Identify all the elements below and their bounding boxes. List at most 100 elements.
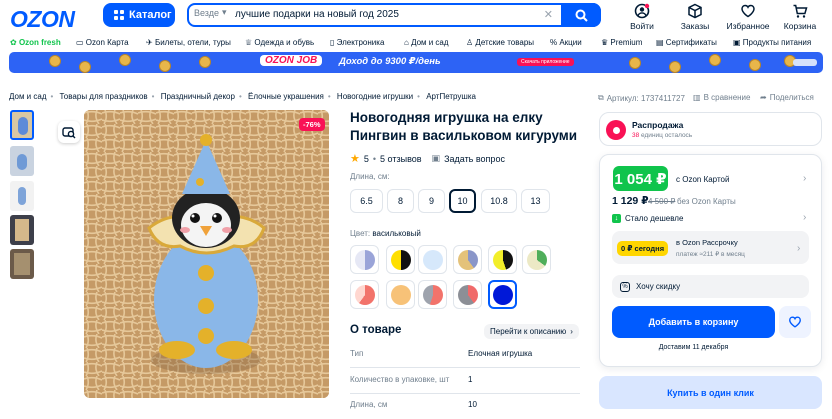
sale-icon <box>606 120 626 140</box>
gallery-thumb[interactable] <box>10 249 34 279</box>
color-swatch[interactable] <box>453 245 482 274</box>
breadcrumb-item[interactable]: Ёлочные украшения <box>248 92 324 101</box>
go-to-description-button[interactable]: Перейти к описанию › <box>484 324 579 339</box>
chevron-right-icon: › <box>797 243 801 254</box>
nav-item-tickets[interactable]: ✈ Билеты, отели, туры <box>146 38 231 47</box>
color-swatch[interactable] <box>350 245 379 274</box>
length-label: Длина, см: <box>350 172 390 181</box>
copy-icon: ⧉ <box>598 93 604 102</box>
size-option-selected[interactable]: 10 <box>449 189 476 213</box>
color-swatch-selected[interactable] <box>488 280 517 309</box>
nav-item-premium[interactable]: ♛ Premium <box>601 38 642 47</box>
nav-item-electronics[interactable]: ▯ Электроника <box>330 38 384 47</box>
price-drop-row[interactable]: ↓ Стало дешевле <box>612 214 683 223</box>
discount-icon: % <box>620 281 630 292</box>
similar-search-button[interactable] <box>58 121 80 143</box>
article-number[interactable]: ⧉ Артикул: 1737411727 <box>598 93 685 103</box>
discount-badge: -76% <box>299 118 325 131</box>
buy-one-click-button[interactable]: Купить в один клик <box>599 376 822 409</box>
spec-row: Тип Елочная игрушка <box>350 349 580 368</box>
promo-banner[interactable]: OZON JOB Доход до 9300 ₽/день Скачать пр… <box>9 52 823 73</box>
color-swatch[interactable] <box>418 245 447 274</box>
nav-item-home-garden[interactable]: ⌂ Дом и сад <box>404 38 449 47</box>
rating-value: 5 <box>363 153 369 164</box>
product-photo[interactable] <box>84 110 329 398</box>
breadcrumb-item[interactable]: Товары для праздников <box>60 92 148 101</box>
ask-question-link[interactable]: Задать вопрос <box>444 154 505 164</box>
color-swatch[interactable] <box>488 245 517 274</box>
compare-button[interactable]: ▥ В сравнение <box>693 93 750 102</box>
nav-item-ozon-fresh[interactable]: ✿ Ozon fresh <box>10 38 61 47</box>
breadcrumb-item[interactable]: АртПетрушка <box>426 92 476 101</box>
star-icon: ★ <box>350 153 360 165</box>
favorites-button[interactable]: Избранное <box>720 3 776 31</box>
clear-search-icon[interactable]: ✕ <box>544 8 553 21</box>
nav-item-ozon-card[interactable]: ▭ Ozon Карта <box>76 38 129 47</box>
breadcrumb-item[interactable]: Новогодние игрушки <box>337 92 413 101</box>
spec-row: Количество в упаковке, шт 1 <box>350 375 580 394</box>
sale-title: Распродажа <box>632 120 684 130</box>
share-button[interactable]: ➦ Поделиться <box>760 93 814 102</box>
login-button[interactable]: Войти <box>614 3 670 31</box>
chevron-right-icon[interactable]: › <box>803 173 806 184</box>
catalog-label: Каталог <box>129 9 172 21</box>
size-option[interactable]: 6.5 <box>350 189 383 213</box>
installment-title: в Ozon Рассрочку <box>676 238 738 247</box>
heart-icon <box>789 316 801 328</box>
size-option[interactable]: 9 <box>418 189 445 213</box>
color-swatch[interactable] <box>386 280 415 309</box>
size-option[interactable]: 8 <box>387 189 414 213</box>
breadcrumb-item[interactable]: Праздничный декор <box>161 92 235 101</box>
cart-button[interactable]: Корзина <box>772 3 828 31</box>
banner-cta[interactable]: Скачать приложение <box>517 58 574 66</box>
nav-item-certificates[interactable]: ▤ Сертификаты <box>656 38 717 47</box>
heart-icon <box>741 4 755 18</box>
nav-item-food[interactable]: ▣ Продукты питания <box>733 38 811 47</box>
nav-item-kids[interactable]: ♙ Детские товары <box>466 38 534 47</box>
reviews-link[interactable]: 5 отзывов <box>380 154 422 164</box>
delivery-date: Доставим 11 декабря <box>658 344 729 351</box>
ozon-logo[interactable]: OZON <box>10 6 75 33</box>
color-swatch[interactable] <box>350 280 379 309</box>
color-swatch[interactable] <box>453 280 482 309</box>
add-to-favorites-button[interactable] <box>779 306 811 338</box>
add-to-cart-button[interactable]: Добавить в корзину <box>612 306 775 338</box>
want-discount-button[interactable]: % Хочу скидку <box>612 275 809 298</box>
nav-item-clothing[interactable]: ♕ Одежда и обувь <box>245 38 314 47</box>
gallery-thumb[interactable] <box>10 215 34 245</box>
color-swatch[interactable] <box>522 245 551 274</box>
search-scope-select[interactable]: Везде ▾ <box>194 7 227 18</box>
chevron-right-icon: › <box>570 327 573 336</box>
gallery-thumb[interactable] <box>10 146 34 176</box>
chevron-right-icon[interactable]: › <box>803 212 806 223</box>
search-input[interactable]: лучшие подарки на новый год 2025 <box>235 9 399 20</box>
question-icon: ▣ <box>431 153 441 163</box>
favorites-label: Избранное <box>726 21 770 31</box>
nav-item-sales[interactable]: % Акции <box>550 38 582 47</box>
breadcrumb-item[interactable]: Дом и сад <box>9 92 47 101</box>
chevron-down-icon: ▾ <box>222 7 227 17</box>
login-label: Войти <box>630 21 654 31</box>
banner-close[interactable] <box>793 59 817 66</box>
box-icon <box>688 3 702 19</box>
spec-row: Длина, см 10 <box>350 400 477 409</box>
about-title: О товаре <box>350 324 402 336</box>
gallery-thumb[interactable] <box>10 110 34 140</box>
sale-card[interactable]: Распродажа 38 единиц осталось <box>599 112 822 146</box>
size-option[interactable]: 13 <box>521 189 550 213</box>
orders-button[interactable]: Заказы <box>667 3 723 31</box>
installment-note: платеж ≈211 ₽ в месяц <box>676 251 745 258</box>
search-button[interactable] <box>561 3 601 27</box>
color-swatch[interactable] <box>418 280 447 309</box>
orders-label: Заказы <box>680 21 710 31</box>
cart-label: Корзина <box>783 21 817 31</box>
header: OZON Каталог Везде ▾ лучшие подарки на но… <box>0 0 832 34</box>
regular-price: 1 129 ₽ <box>612 195 649 207</box>
regular-price-note: без Ozon Карты <box>677 197 736 206</box>
size-option[interactable]: 10.8 <box>481 189 517 213</box>
catalog-button[interactable]: Каталог <box>103 3 175 27</box>
card-price: 1 054 ₽ <box>613 166 668 191</box>
color-swatch[interactable] <box>386 245 415 274</box>
banner-text: Доход до 9300 ₽/день <box>339 56 441 67</box>
gallery-thumb[interactable] <box>10 181 34 211</box>
